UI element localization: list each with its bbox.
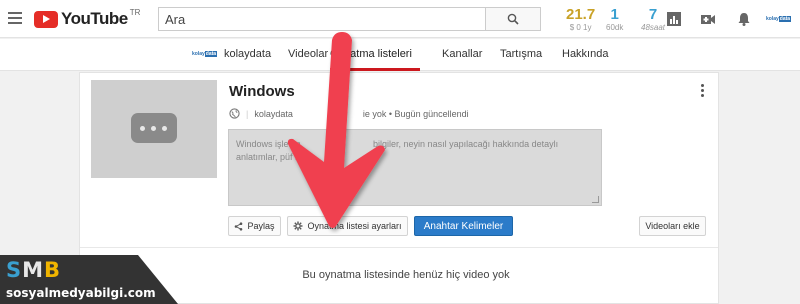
- hamburger-menu-icon[interactable]: [8, 12, 22, 24]
- stat-48h-value: 7: [648, 6, 658, 23]
- empty-playlist-text: Bu oynatma listesinde henüz hiç video yo…: [302, 269, 510, 281]
- upload-video-icon[interactable]: [700, 11, 716, 27]
- youtube-logo[interactable]: YouTube TR: [34, 7, 141, 29]
- youtube-wordmark: YouTube: [61, 9, 128, 28]
- meta-separator: |: [246, 108, 249, 119]
- country-code: TR: [129, 7, 141, 17]
- tab-about[interactable]: Hakkında: [562, 48, 608, 60]
- stat-60min-label: 60dk: [606, 23, 624, 32]
- keywords-label: Anahtar Kelimeler: [423, 220, 504, 232]
- globe-icon[interactable]: [229, 108, 240, 119]
- playlist-thumbnail[interactable]: [91, 80, 217, 178]
- resize-handle[interactable]: [592, 196, 599, 203]
- youtube-play-icon: [34, 10, 58, 28]
- channel-nav: kolaydata kolaydata Videolar Oynatma lis…: [0, 39, 800, 71]
- add-videos-label: Videoları ekle: [645, 221, 700, 231]
- share-button[interactable]: Paylaş: [228, 216, 281, 236]
- notifications-bell-icon[interactable]: [736, 11, 752, 27]
- stat-48h-label: 48saat: [641, 23, 666, 32]
- more-options-icon[interactable]: [701, 84, 705, 98]
- avatar-text-b: data: [778, 16, 792, 22]
- keywords-button[interactable]: Anahtar Kelimeler: [414, 216, 513, 236]
- watermark-letter-m: M: [22, 258, 45, 282]
- analytics-bars-icon[interactable]: [666, 11, 682, 27]
- playlist-updated: Bugün güncellendi: [394, 108, 469, 119]
- stat-60min: 1 60dk: [606, 7, 623, 33]
- watermark-letter-b: B: [44, 258, 62, 282]
- stat-earnings-label: $ 0 1y: [569, 23, 592, 32]
- smb-watermark: SMB sosyalmedyabilgi.com: [0, 255, 178, 304]
- stat-earnings: 21.7 $ 0 1y: [566, 7, 595, 33]
- search-icon: [507, 13, 519, 25]
- watermark-letter-s: S: [6, 258, 23, 282]
- watermark-logo: SMB: [6, 258, 61, 282]
- tab-channels[interactable]: Kanallar: [442, 48, 482, 60]
- add-videos-button[interactable]: Videoları ekle: [639, 216, 706, 236]
- card-divider: [80, 247, 718, 248]
- share-label: Paylaş: [247, 221, 275, 231]
- channel-mini-logo: kolaydata: [192, 51, 218, 57]
- channel-mini-logo-a: kolay: [192, 51, 205, 57]
- playlist-placeholder-icon: [131, 113, 177, 143]
- share-icon: [235, 221, 243, 231]
- top-bar: YouTube TR Ara 21.7 $ 0 1y 1 60dk 7 48sa…: [0, 0, 800, 38]
- tab-discussion[interactable]: Tartışma: [500, 48, 542, 60]
- avatar-text-a: kolay: [766, 16, 779, 22]
- account-avatar[interactable]: kolaydata: [766, 13, 792, 25]
- red-arrow-annotation: [287, 32, 385, 228]
- tab-channel-home[interactable]: kolaydata: [224, 48, 271, 60]
- search-button[interactable]: [485, 7, 541, 31]
- stat-48h: 7 48saat: [641, 7, 665, 33]
- watermark-domain: sosyalmedyabilgi.com: [6, 286, 156, 300]
- channel-mini-logo-b: data: [204, 51, 218, 57]
- stat-earnings-value: 21.7: [566, 6, 596, 23]
- stat-60min-value: 1: [610, 6, 619, 23]
